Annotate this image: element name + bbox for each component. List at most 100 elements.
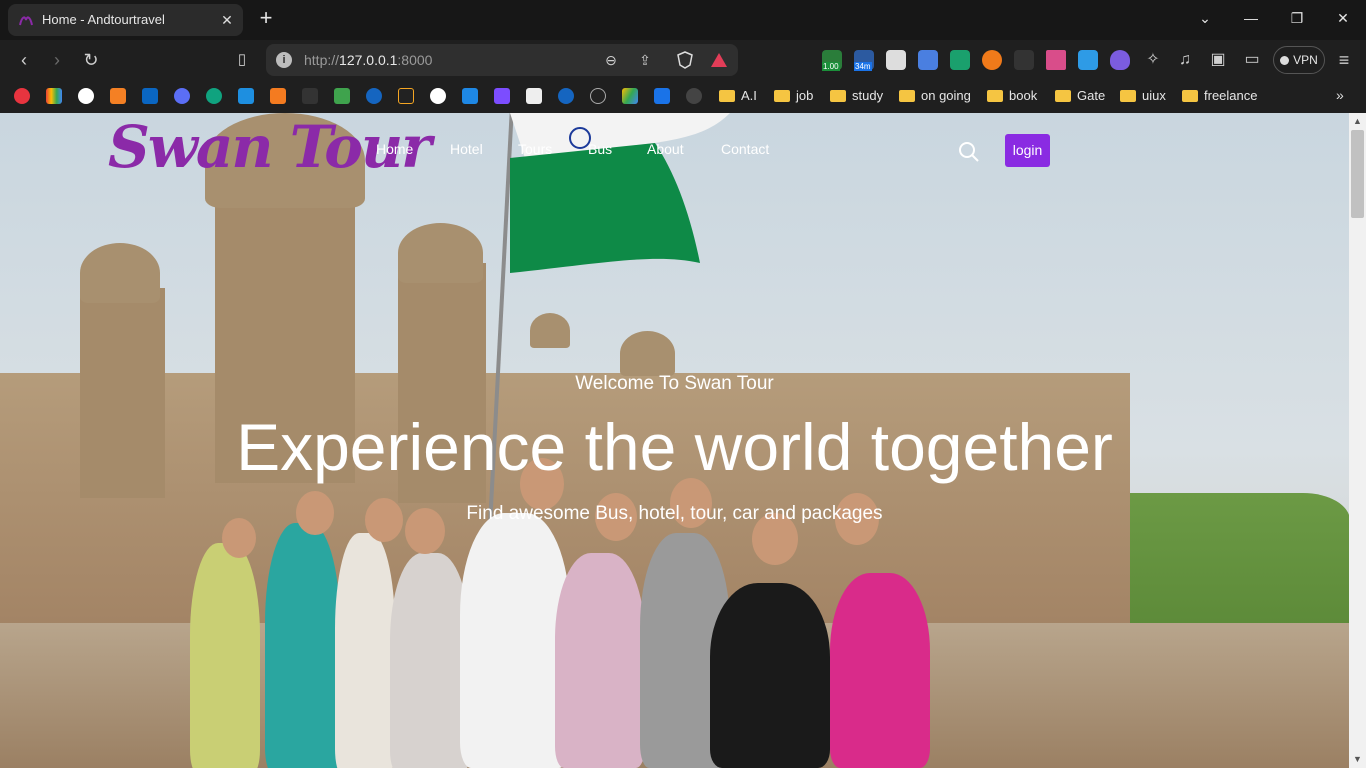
more-bookmarks-chevron-icon[interactable]: » (1336, 87, 1344, 103)
hero-flag (510, 113, 730, 273)
nav-link-home[interactable]: Home (376, 141, 413, 157)
hero-person (830, 573, 930, 768)
bookmark-github-icon[interactable] (78, 88, 94, 104)
menu-hamburger-icon[interactable]: ≡ (1332, 48, 1356, 72)
bookmark-gmail-icon[interactable] (46, 88, 62, 104)
hero-welcome: Welcome To Swan Tour (575, 373, 774, 394)
tab-strip: Home - Andtourtravel ✕ + ⌄ — ❐ ✕ (0, 0, 1366, 40)
bookmark-linkedin-icon[interactable] (142, 88, 158, 104)
bookmark-info-icon[interactable] (430, 88, 446, 104)
hero-dome-middle (398, 223, 483, 283)
bookmark-code-icon[interactable] (526, 88, 542, 104)
bookmark-openai-icon[interactable] (590, 88, 606, 104)
close-window-button[interactable]: ✕ (1331, 6, 1355, 30)
bookmark-folder-on-going[interactable]: on going (899, 87, 971, 105)
hero-person (710, 583, 830, 768)
site-favicon-icon (19, 16, 33, 26)
hero-title: Experience the world together (236, 410, 1113, 484)
bookmark-folder-uiux[interactable]: uiux (1120, 87, 1166, 105)
bookmark-folder-study[interactable]: study (830, 87, 883, 105)
hero-person (190, 543, 260, 768)
nav-link-bus[interactable]: Bus (588, 141, 612, 157)
nav-link-hotel[interactable]: Hotel (450, 141, 483, 157)
translate-extension-icon[interactable] (918, 50, 938, 70)
hero-tagline: Find awesome Bus, hotel, tour, car and p… (466, 503, 883, 524)
hero-person (390, 553, 470, 768)
login-button[interactable]: login (1005, 134, 1050, 167)
new-tab-button[interactable]: + (256, 7, 276, 29)
hero-dome-tiny (530, 313, 570, 348)
url-text[interactable]: http://127.0.0.1:8000 (304, 52, 432, 68)
page-scrollbar[interactable]: ▲ ▼ (1349, 113, 1366, 768)
bookmark-h-icon[interactable] (494, 88, 510, 104)
restore-button[interactable]: ❐ (1285, 6, 1309, 30)
vpn-button[interactable]: VPN (1273, 46, 1325, 74)
nav-link-tours[interactable]: Tours (518, 141, 552, 157)
tab-active[interactable]: Home - Andtourtravel ✕ (8, 4, 243, 36)
page-viewport: Swan Tour Home Hotel Tours Bus About Con… (0, 113, 1349, 768)
toolbar: ‹ › ↻ ▯ i http://127.0.0.1:8000 ⊖ ⇪ 1.00… (0, 40, 1366, 80)
reload-button[interactable]: ↻ (79, 48, 103, 72)
mail-extension-icon[interactable] (950, 50, 970, 70)
bookmark-s-icon[interactable] (398, 88, 414, 104)
extension-dark-icon[interactable] (1014, 50, 1034, 70)
nav-link-about[interactable]: About (647, 141, 684, 157)
bookmark-spiral-icon[interactable] (686, 88, 702, 104)
bookmark-stackoverflow-icon[interactable] (110, 88, 126, 104)
zoom-out-icon[interactable]: ⊖ (602, 51, 620, 69)
bookmark-q-icon[interactable] (558, 88, 574, 104)
tab-close-icon[interactable]: ✕ (219, 12, 235, 28)
bookmark-folder-ai[interactable]: A.I (719, 87, 757, 105)
hero-person (555, 553, 645, 768)
forward-button[interactable]: › (45, 48, 69, 72)
tab-title: Home - Andtourtravel (42, 12, 165, 27)
bookmark-flutter-icon[interactable] (238, 88, 254, 104)
bookmark-is-icon[interactable] (462, 88, 478, 104)
hero-dome-left (80, 243, 160, 303)
bookmark-chart-icon[interactable] (334, 88, 350, 104)
vpn-status-icon (1280, 56, 1290, 65)
bookmark-m-icon[interactable] (14, 88, 30, 104)
bookmark-folder-job[interactable]: job (774, 87, 813, 105)
scrollbar-thumb[interactable] (1351, 130, 1364, 218)
media-music-icon[interactable]: ♫ (1173, 48, 1197, 72)
color-picker-extension-icon[interactable] (1046, 50, 1066, 70)
bookmark-dark-icon[interactable] (302, 88, 318, 104)
brave-shields-icon[interactable] (676, 51, 694, 69)
bookmark-folder-gate[interactable]: Gate (1055, 87, 1105, 105)
bookmark-icon[interactable]: ▯ (230, 48, 254, 72)
extension-orange-icon[interactable] (982, 50, 1002, 70)
bookmark-folder-book[interactable]: book (987, 87, 1037, 105)
hero-person (335, 533, 395, 768)
extension-drop-icon[interactable] (1110, 50, 1130, 70)
bookmark-globe-icon[interactable] (174, 88, 190, 104)
bookmarks-bar: A.I job study on going book Gate uiux fr… (0, 80, 1366, 113)
extension-window-icon[interactable] (886, 50, 906, 70)
wallet-icon[interactable]: ▭ (1240, 48, 1264, 72)
share-icon[interactable]: ⇪ (636, 51, 654, 69)
extensions-puzzle-icon[interactable]: ✧ (1141, 48, 1165, 72)
sidebar-toggle-icon[interactable]: ▣ (1206, 48, 1230, 72)
hero-dome-small (620, 331, 675, 376)
tab-search-chevron-icon[interactable]: ⌄ (1193, 6, 1217, 30)
bookmark-k-icon[interactable] (654, 88, 670, 104)
extension-counter-icon[interactable]: 1.00 (822, 50, 842, 71)
search-icon[interactable] (958, 141, 980, 163)
bookmark-chatgpt-icon[interactable] (206, 88, 222, 104)
extension-f-icon[interactable] (1078, 50, 1098, 70)
scroll-down-arrow-icon[interactable]: ▼ (1349, 751, 1366, 768)
extension-timer-icon[interactable]: 34m (854, 50, 874, 71)
site-info-icon[interactable]: i (276, 52, 292, 68)
hero-person (265, 523, 340, 768)
nav-link-contact[interactable]: Contact (721, 141, 769, 157)
bookmark-xampp-icon[interactable] (270, 88, 286, 104)
address-bar[interactable]: i http://127.0.0.1:8000 ⊖ ⇪ (266, 44, 738, 76)
scroll-up-arrow-icon[interactable]: ▲ (1349, 113, 1366, 130)
bookmark-drive-icon[interactable] (622, 88, 638, 104)
brave-rewards-icon[interactable] (710, 51, 728, 69)
bookmark-folder-freelance[interactable]: freelance (1182, 87, 1257, 105)
minimize-button[interactable]: — (1239, 6, 1263, 30)
bookmark-c-icon[interactable] (366, 88, 382, 104)
hero-person (460, 513, 570, 768)
back-button[interactable]: ‹ (12, 48, 36, 72)
